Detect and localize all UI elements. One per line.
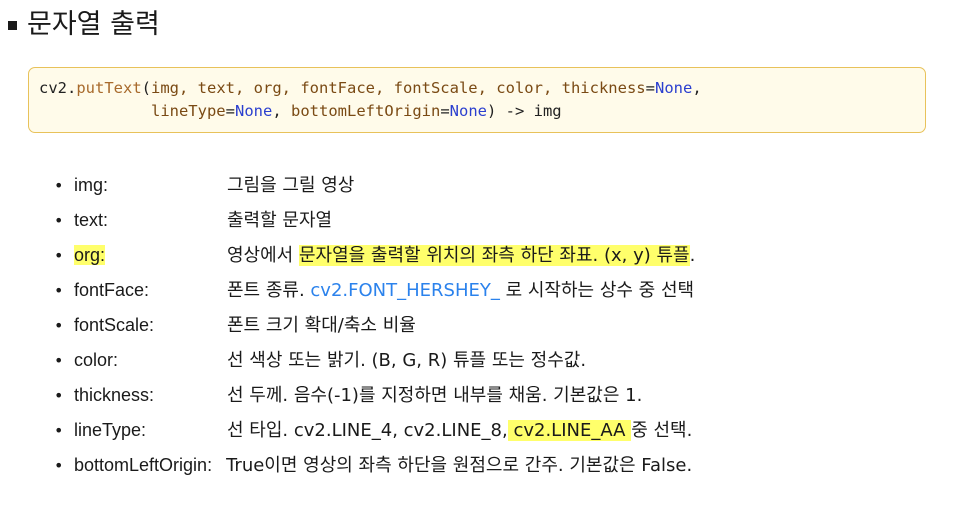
param-name: fontFace:	[74, 280, 150, 300]
param-desc-constant: cv2.FONT_HERSHEY_	[310, 280, 500, 301]
param-name: thickness:	[74, 385, 155, 405]
code-eq: =	[225, 102, 235, 120]
bullet-icon: •	[54, 316, 64, 335]
param-desc: 선 타입. cv2.LINE_4, cv2.LINE_8, cv2.LINE_A…	[227, 414, 692, 448]
code-none-3: None	[449, 102, 487, 120]
param-item-thickness: • thickness: 선 두께. 음수(-1)를 지정하면 내부를 채움. …	[54, 378, 944, 413]
code-close-return: ) -> img	[486, 102, 562, 120]
param-name: fontScale:	[74, 315, 155, 335]
code-none-2: None	[234, 102, 273, 120]
code-function-name: putText	[76, 79, 142, 97]
param-name: color:	[74, 350, 119, 370]
page-title: 문자열 출력	[8, 7, 160, 43]
code-none-1: None	[654, 79, 693, 97]
param-desc: 폰트 종류. cv2.FONT_HERSHEY_ 로 시작하는 상수 중 선택	[227, 274, 694, 308]
param-desc-prefix: 폰트 종류.	[227, 280, 311, 301]
bullet-icon: •	[54, 211, 64, 230]
param-desc: 영상에서 문자열을 출력할 위치의 좌측 하단 좌표. (x, y) 튜플.	[227, 239, 695, 273]
code-kw-bottomleftorigin: bottomLeftOrigin	[291, 102, 441, 120]
param-desc-suffix: 로 시작하는 상수 중 선택	[499, 280, 695, 301]
code-kw-linetype: lineType	[150, 102, 226, 120]
param-item-linetype: • lineType: 선 타입. cv2.LINE_4, cv2.LINE_8…	[54, 413, 944, 448]
code-kw-thickness: thickness	[561, 79, 646, 97]
param-desc-highlight: cv2.LINE_AA	[507, 420, 632, 441]
bullet-icon: •	[54, 456, 64, 475]
param-name: lineType:	[74, 420, 147, 440]
param-item-color: • color: 선 색상 또는 밝기. (B, G, R) 튜플 또는 정수값…	[54, 343, 944, 378]
param-desc: True이면 영상의 좌측 하단을 원점으로 간주. 기본값은 False.	[226, 455, 693, 476]
code-open-paren: (	[141, 79, 152, 97]
param-item-fontscale: • fontScale: 폰트 크기 확대/축소 비율	[54, 308, 944, 343]
code-comma: ,	[692, 79, 702, 97]
param-desc-prefix: 영상에서	[227, 245, 299, 266]
bullet-icon: •	[54, 421, 64, 440]
param-name: text:	[74, 210, 109, 230]
code-module: cv2	[39, 79, 67, 97]
param-desc-suffix: 중 선택.	[631, 420, 693, 441]
code-eq: =	[645, 79, 655, 97]
bullet-icon: •	[54, 351, 64, 370]
param-item-org: • org: 영상에서 문자열을 출력할 위치의 좌측 하단 좌표. (x, y…	[54, 238, 944, 273]
param-desc: 출력할 문자열	[227, 210, 333, 231]
param-item-bottomleftorigin: • bottomLeftOrigin: True이면 영상의 좌측 하단을 원점…	[54, 448, 944, 483]
code-eq: =	[440, 102, 450, 120]
param-desc-highlight: 문자열을 출력할 위치의 좌측 하단 좌표. (x, y) 튜플	[298, 245, 690, 266]
bullet-icon: •	[54, 246, 64, 265]
parameter-list: • img: 그림을 그릴 영상 • text: 출력할 문자열 • org: …	[54, 168, 944, 483]
param-name: org:	[74, 238, 227, 272]
code-dot: .	[67, 79, 77, 97]
param-item-img: • img: 그림을 그릴 영상	[54, 168, 944, 203]
param-name: bottomLeftOrigin:	[74, 455, 213, 475]
bullet-icon: •	[54, 176, 64, 195]
param-desc-prefix: 선 타입. cv2.LINE_4, cv2.LINE_8,	[227, 420, 508, 441]
square-bullet-icon	[8, 20, 17, 30]
bullet-icon: •	[54, 386, 64, 405]
param-item-text: • text: 출력할 문자열	[54, 203, 944, 238]
param-desc: 그림을 그릴 영상	[227, 175, 355, 196]
code-positional-args: img, text, org, fontFace, fontScale, col…	[151, 79, 553, 97]
param-desc-suffix: .	[689, 245, 696, 266]
code-comma: ,	[272, 102, 282, 120]
param-name: img:	[74, 175, 109, 195]
bullet-icon: •	[54, 281, 64, 300]
page-title-text: 문자열 출력	[27, 9, 160, 40]
param-desc: 폰트 크기 확대/축소 비율	[227, 315, 416, 336]
param-desc: 선 색상 또는 밝기. (B, G, R) 튜플 또는 정수값.	[227, 350, 587, 371]
code-signature-box: cv2.putText(img, text, org, fontFace, fo…	[28, 67, 926, 133]
param-desc: 선 두께. 음수(-1)를 지정하면 내부를 채움. 기본값은 1.	[227, 385, 643, 406]
param-name-highlight: org:	[74, 245, 106, 265]
param-item-fontface: • fontFace: 폰트 종류. cv2.FONT_HERSHEY_ 로 시…	[54, 273, 944, 308]
